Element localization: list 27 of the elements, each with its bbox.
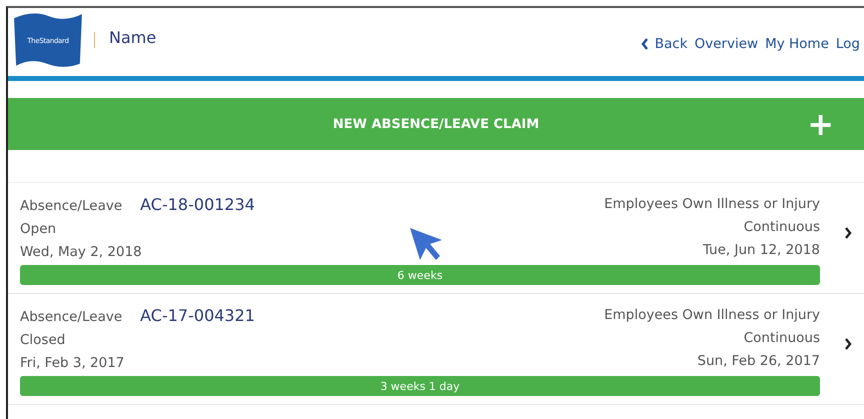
- claim-reason: Employees Own Illness or Injury: [604, 306, 820, 325]
- nav-link[interactable]: My Home: [765, 36, 829, 52]
- nav-link[interactable]: Overview: [694, 36, 758, 52]
- nav-link[interactable]: Log: [836, 36, 860, 52]
- claim-status: Closed: [20, 331, 66, 350]
- chevron-right-icon: [844, 338, 852, 350]
- claim-reason: Employees Own Illness or Injury: [604, 195, 820, 214]
- start-date: Wed, May 2, 2018: [20, 243, 143, 262]
- claim-frequency: Continuous: [744, 329, 820, 348]
- duration-bar: 3 weeks 1 day: [20, 376, 820, 396]
- chevron-right-icon: [844, 227, 852, 239]
- cursor-icon: [408, 226, 444, 262]
- claim-card[interactable]: Absence/Leave AC-17-004321 Closed Fri, Feb 3, 2017 Employees Own Illness or Injury Continuous Sun, Feb 26, 2017 3 weeks 1 day: [8, 294, 864, 405]
- end-date: Tue, Jun 12, 2018: [702, 241, 820, 260]
- start-date: Fri, Feb 3, 2017: [20, 354, 126, 373]
- end-date: Sun, Feb 26, 2017: [697, 352, 820, 371]
- claim-card[interactable]: Absence/Leave AC-18-001234 Open Wed, May 2, 2018 Employees Own Illness or Injury Continuous Tue, Jun 12, 2018 6 weeks: [8, 183, 864, 294]
- page-title: Name: [109, 28, 156, 47]
- back-link[interactable]: Back: [640, 36, 688, 52]
- claim-type: Absence/Leave: [20, 197, 122, 216]
- claim-status: Open: [20, 220, 58, 239]
- claim-frequency: Continuous: [744, 218, 820, 237]
- claim-number[interactable]: AC-18-001234: [140, 195, 255, 214]
- chevron-left-icon: [640, 38, 649, 50]
- duration-bar: 6 weeks: [20, 265, 820, 285]
- claim-number[interactable]: AC-17-004321: [140, 306, 255, 325]
- claim-type: Absence/Leave: [20, 308, 122, 327]
